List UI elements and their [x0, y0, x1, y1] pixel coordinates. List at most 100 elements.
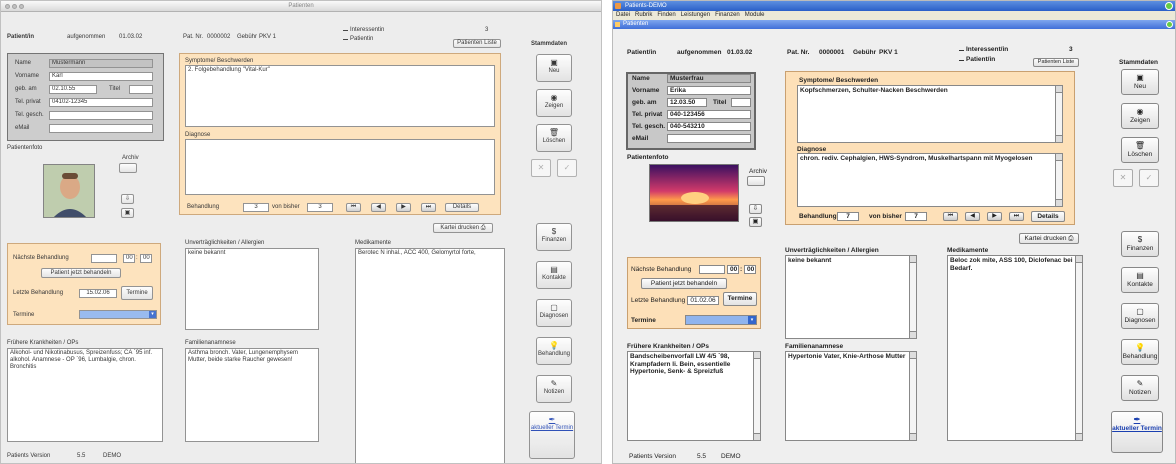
letzte-field[interactable]: 01.02.06 [687, 296, 719, 305]
geb-field[interactable]: 12.03.50 [667, 98, 707, 107]
behandlung-button[interactable]: 💡 Behandlung [536, 337, 572, 365]
email-field[interactable] [49, 124, 153, 133]
photo-import-button[interactable]: ⇩ [121, 194, 134, 204]
patient-photo[interactable] [43, 164, 95, 218]
patient-jetzt-button[interactable]: Patient jetzt behandeln [641, 278, 727, 289]
details-button[interactable]: Details [445, 203, 479, 212]
geb-field[interactable]: 02.10.55 [49, 85, 97, 94]
titel-field[interactable] [129, 85, 153, 94]
scrollbar[interactable] [1055, 86, 1062, 142]
frueher-textarea[interactable]: Alkohol- und Nikotinabusus, Spreizenfuss… [7, 348, 163, 442]
email-field[interactable] [667, 134, 751, 143]
behandlung-button[interactable]: 💡 Behandlung [1121, 339, 1159, 365]
time-hour-field[interactable]: 00 [727, 265, 739, 274]
cancel-button[interactable]: ✕ [531, 159, 551, 177]
kontakte-button[interactable]: ▤ Kontakte [1121, 267, 1159, 293]
diagnosen-button[interactable]: ▢ Diagnosen [1121, 303, 1159, 329]
confirm-button[interactable]: ✓ [1139, 169, 1159, 187]
naechste-date-field[interactable] [91, 254, 117, 263]
frueher-textarea[interactable]: Bandscheibenvorfall LW 4/5 `98, Krampfad… [627, 351, 761, 441]
patient-jetzt-button[interactable]: Patient jetzt behandeln [41, 268, 121, 278]
inner-close-icon[interactable] [1166, 21, 1173, 28]
aktueller-termin-button[interactable]: ✒ aktueller Termin [1111, 411, 1163, 453]
vorname-field[interactable]: Karl [49, 72, 153, 81]
scrollbar[interactable] [1075, 256, 1082, 440]
photo-import-button[interactable]: ⇩ [749, 204, 762, 214]
window-controls[interactable] [5, 4, 24, 9]
aktueller-termin-button[interactable]: ✒ aktueller Termin [529, 411, 575, 459]
nav-last-button[interactable]: ⏭ [421, 203, 436, 212]
name-field[interactable]: Musterfrau [667, 74, 751, 83]
cancel-button[interactable]: ✕ [1113, 169, 1133, 187]
scrollbar[interactable] [909, 352, 916, 440]
patienten-liste-button[interactable]: Patienten Liste [1033, 58, 1079, 67]
kartei-drucken-button[interactable]: Kartei drucken ⎙ [433, 223, 493, 233]
patientin-radio[interactable]: Patient/in [959, 56, 995, 63]
symptome-textarea[interactable]: Kopfschmerzen, Schulter-Nacken Beschwerd… [797, 85, 1063, 143]
symptome-textarea[interactable]: 2. Folgebehandlung "Vital-Kur" [185, 65, 495, 127]
scrollbar[interactable] [1055, 154, 1062, 206]
vonbisher-field[interactable]: 7 [905, 212, 927, 221]
vorname-field[interactable]: Erika [667, 86, 751, 95]
zeigen-button[interactable]: ◉ Zeigen [536, 89, 572, 117]
archiv-button[interactable] [747, 176, 765, 186]
scrollbar[interactable] [909, 256, 916, 338]
notizen-button[interactable]: ✎ Notizen [536, 375, 572, 403]
name-field[interactable]: Mustermann [49, 59, 153, 68]
menu-finden[interactable]: Finden [657, 11, 675, 20]
familien-textarea[interactable]: Hypertonie Vater, Knie-Arthose Mutter [785, 351, 917, 441]
nav-next-button[interactable]: ▶ [987, 212, 1002, 221]
diagnosen-button[interactable]: ▢ Diagnosen [536, 299, 572, 327]
patienten-liste-button[interactable]: Patienten Liste [453, 39, 501, 48]
diagnose-textarea[interactable] [185, 139, 495, 195]
unvert-textarea[interactable]: keine bekannt [785, 255, 917, 339]
titel-field[interactable] [731, 98, 751, 107]
confirm-button[interactable]: ✓ [557, 159, 577, 177]
vonbisher-field[interactable]: 3 [307, 203, 333, 212]
photo-save-button[interactable]: ▣ [121, 208, 134, 218]
telgesch-field[interactable]: 040-543210 [667, 122, 751, 131]
scrollbar[interactable] [753, 352, 760, 440]
interessent-radio[interactable]: Interessentin [343, 27, 384, 33]
nav-prev-button[interactable]: ◀ [371, 203, 386, 212]
termine-dropdown[interactable]: ▾ [685, 315, 757, 325]
close-icon[interactable] [1165, 2, 1173, 10]
behandlung-field[interactable]: 7 [837, 212, 859, 221]
patient-photo[interactable] [649, 164, 739, 222]
loeschen-button[interactable]: 🗑 Löschen [536, 124, 572, 152]
kontakte-button[interactable]: ▤ Kontakte [536, 261, 572, 289]
finanzen-button[interactable]: $ Finanzen [536, 223, 572, 251]
nav-next-button[interactable]: ▶ [396, 203, 411, 212]
loeschen-button[interactable]: 🗑 Löschen [1121, 137, 1159, 163]
neu-button[interactable]: ▣ Neu [1121, 69, 1159, 95]
termine-button[interactable]: Termine [121, 286, 153, 300]
photo-save-button[interactable]: ▣ [749, 217, 762, 227]
menu-finanzen[interactable]: Finanzen [715, 11, 740, 20]
nav-first-button[interactable]: ⏮ [943, 212, 958, 221]
menu-module[interactable]: Module [745, 11, 765, 20]
nav-prev-button[interactable]: ◀ [965, 212, 980, 221]
notizen-button[interactable]: ✎ Notizen [1121, 375, 1159, 401]
termine-button[interactable]: Termine [723, 292, 757, 306]
naechste-date-field[interactable] [699, 265, 725, 274]
archiv-button[interactable] [119, 163, 137, 173]
menu-rubrik[interactable]: Rubrik [635, 11, 652, 20]
finanzen-button[interactable]: $ Finanzen [1121, 231, 1159, 257]
familien-textarea[interactable]: Asthma bronch. Vater, Lungenemphysem Mut… [185, 348, 319, 442]
time-minute-field[interactable]: 00 [744, 265, 756, 274]
details-button[interactable]: Details [1031, 211, 1065, 222]
zeigen-button[interactable]: ◉ Zeigen [1121, 103, 1159, 129]
unvert-textarea[interactable]: keine bekannt [185, 248, 319, 330]
telgesch-field[interactable] [49, 111, 153, 120]
telprivat-field[interactable]: 04102-12345 [49, 98, 153, 107]
medik-textarea[interactable]: Beloc zok mite, ASS 100, Diclofenac bei … [947, 255, 1083, 441]
diagnose-textarea[interactable]: chron. rediv. Cephalgien, HWS-Syndrom, M… [797, 153, 1063, 207]
patientin-radio[interactable]: Patientin [343, 36, 373, 42]
behandlung-field[interactable]: 3 [243, 203, 269, 212]
menu-leistungen[interactable]: Leistungen [681, 11, 710, 20]
menu-datei[interactable]: Datei [616, 11, 630, 20]
time-hour-field[interactable]: 00 [123, 254, 135, 263]
time-minute-field[interactable]: 00 [140, 254, 152, 263]
nav-first-button[interactable]: ⏮ [346, 203, 361, 212]
nav-last-button[interactable]: ⏭ [1009, 212, 1024, 221]
